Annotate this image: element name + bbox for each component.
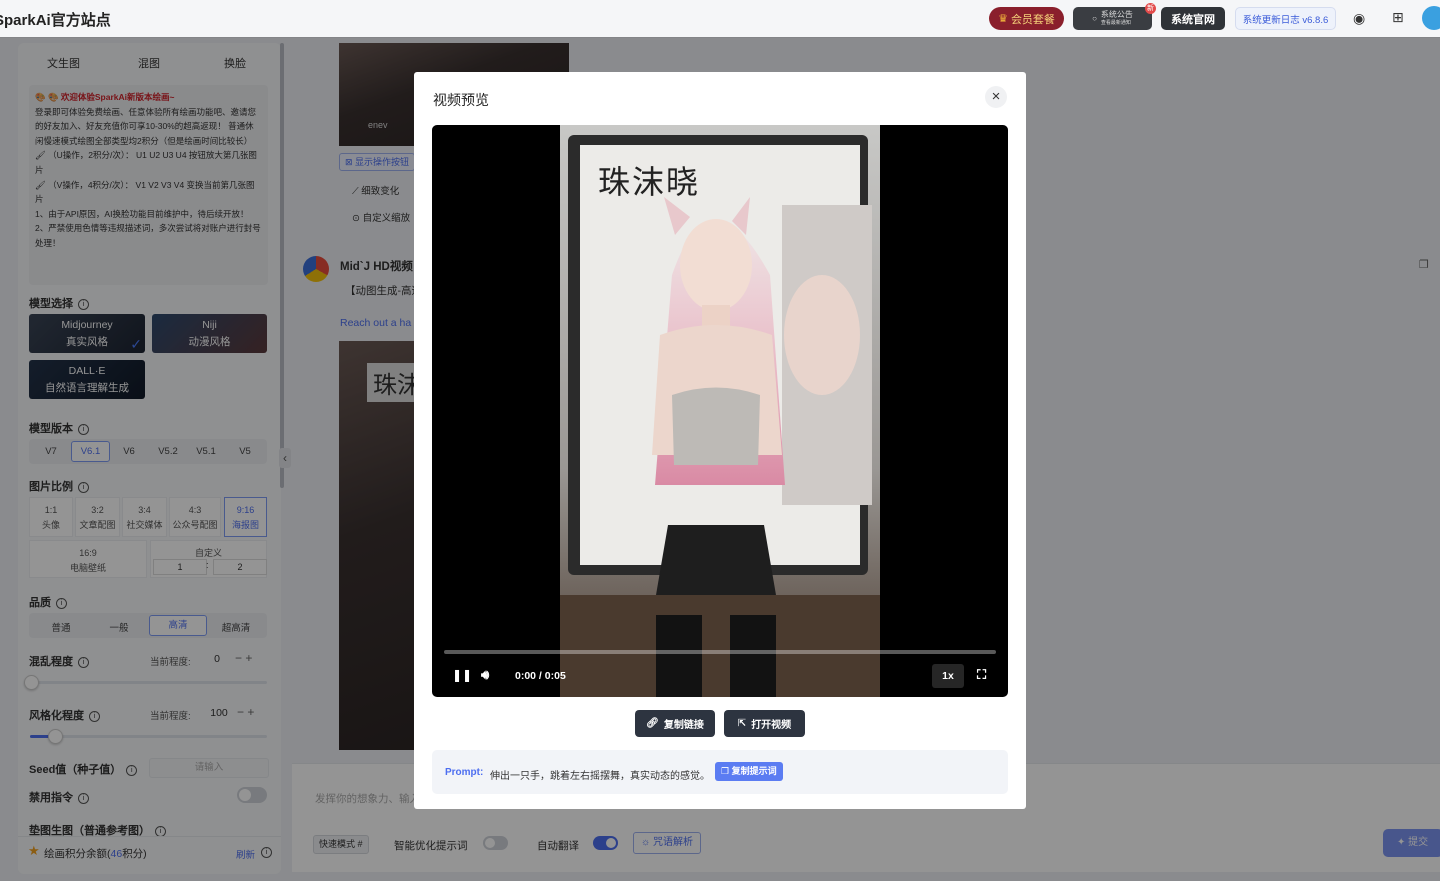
prompt-box: Prompt: 伸出一只手，跳着左右摇摆舞，真实动态的感觉。 ❐ 复制提示词: [432, 750, 1008, 794]
link-icon: 🔗︎: [646, 718, 659, 729]
site-title[interactable]: SparkAi官方站点: [0, 9, 111, 30]
video-poster: [560, 125, 880, 697]
volume-icon[interactable]: 🔊︎: [481, 667, 489, 683]
copy-prompt-button[interactable]: ❐ 复制提示词: [715, 762, 783, 781]
new-badge: 新: [1145, 3, 1156, 14]
prompt-label: Prompt:: [445, 767, 484, 778]
video-preview-modal: 视频预览 × 珠沫晓 ❚❚ 🔊︎ 0:00 / 0:05 1x ⛶ 🔗︎ 复制链…: [414, 72, 1026, 809]
video-player[interactable]: 珠沫晓 ❚❚ 🔊︎ 0:00 / 0:05 1x ⛶: [432, 125, 1008, 697]
announcement-button[interactable]: ○ 系统公告 查看最新通知 新: [1073, 3, 1156, 30]
official-site-button[interactable]: 系统官网: [1161, 7, 1225, 30]
prompt-text: 伸出一只手，跳着左右摇摆舞，真实动态的感觉。: [490, 771, 710, 782]
vip-button[interactable]: ♛ 会员套餐: [989, 7, 1064, 30]
video-frame: 珠沫晓: [560, 125, 880, 697]
wechat-icon[interactable]: ◉: [1353, 10, 1365, 27]
copy-link-button[interactable]: 🔗︎ 复制链接: [635, 710, 715, 737]
video-screen-text: 珠沫晓: [598, 163, 701, 201]
external-link-icon: ⇱: [737, 718, 747, 729]
top-header: SparkAi官方站点 ♛ 会员套餐 ○ 系统公告 查看最新通知 新 系统官网 …: [0, 0, 1440, 38]
copy-icon: ❐: [721, 766, 732, 776]
avatar[interactable]: [1422, 6, 1440, 30]
close-icon[interactable]: ×: [985, 86, 1007, 108]
fullscreen-icon[interactable]: ⛶: [977, 667, 986, 683]
video-time: 0:00 / 0:05: [515, 670, 566, 682]
modal-title: 视频预览: [433, 92, 489, 108]
bell-icon: ○: [1092, 14, 1097, 23]
crown-icon: ♛: [998, 13, 1008, 25]
pause-icon[interactable]: ❚❚: [452, 668, 472, 682]
changelog-button[interactable]: 系统更新日志 v6.8.6: [1235, 7, 1336, 30]
gift-icon[interactable]: ⊞: [1392, 9, 1404, 26]
open-video-button[interactable]: ⇱ 打开视频: [724, 710, 805, 737]
video-progress-track[interactable]: [444, 650, 996, 654]
playback-speed-button[interactable]: 1x: [932, 664, 964, 688]
